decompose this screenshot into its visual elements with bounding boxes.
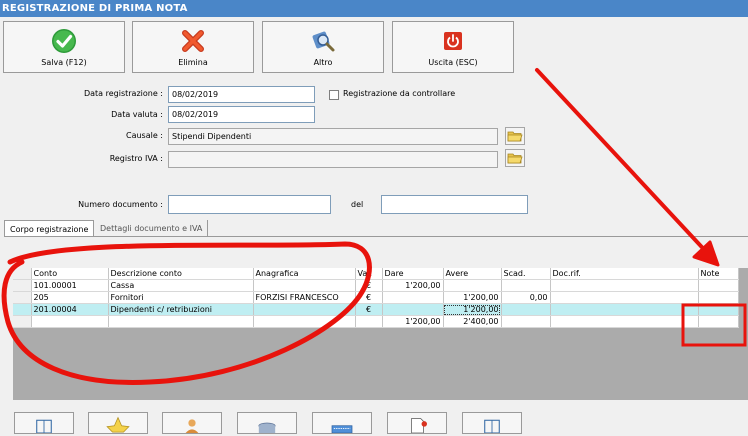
power-icon: [444, 32, 462, 50]
registro-iva-label: Registro IVA :: [109, 154, 163, 163]
row-indicator[interactable]: [13, 303, 32, 316]
tab-dettagli-documento[interactable]: Dettagli documento e IVA: [95, 220, 209, 237]
exit-button[interactable]: Uscita (ESC): [392, 21, 514, 73]
annotation-arrow-head: [692, 240, 720, 267]
row-indicator[interactable]: [13, 291, 32, 304]
exit-button-label: Uscita (ESC): [428, 58, 478, 67]
cell-avere-active[interactable]: 1'200,00: [443, 303, 502, 316]
cell-note[interactable]: [698, 291, 739, 304]
column-header-conto[interactable]: Conto: [31, 268, 109, 280]
causale-label: Causale :: [125, 131, 163, 140]
del-date-field[interactable]: [381, 195, 528, 214]
cell-doc-rif[interactable]: [550, 279, 699, 292]
cell-conto[interactable]: 201.00004: [31, 303, 109, 316]
window-title: REGISTRAZIONE DI PRIMA NOTA: [0, 0, 748, 17]
tab-corpo-registrazione[interactable]: Corpo registrazione: [4, 220, 95, 237]
registro-iva-lookup-button[interactable]: [505, 149, 525, 167]
cell-descrizione[interactable]: Dipendenti c/ retribuzioni: [108, 303, 254, 316]
save-button-label: Salva (F12): [41, 58, 87, 67]
cell-conto[interactable]: 205: [31, 291, 109, 304]
cell-doc-rif[interactable]: [550, 303, 699, 316]
delete-x-icon: [182, 30, 204, 52]
column-header-dare[interactable]: Dare: [382, 268, 444, 280]
gear-search-icon: [312, 31, 335, 52]
totals-row: 1'200,00 2'400,00: [13, 315, 739, 328]
database-icon: [258, 422, 276, 433]
column-header-anagrafica[interactable]: Anagrafica: [253, 268, 356, 280]
total-dare: 1'200,00: [382, 315, 444, 328]
data-registrazione-label: Data registrazione :: [83, 89, 163, 98]
cell-val[interactable]: €: [355, 291, 383, 304]
cell-avere[interactable]: 1'200,00: [443, 291, 502, 304]
table-row[interactable]: 101.00001 Cassa € 1'200,00: [13, 279, 739, 292]
cell-avere[interactable]: [443, 279, 502, 292]
calendar-icon: [331, 425, 353, 434]
table-row-selected[interactable]: 201.00004 Dipendenti c/ retribuzioni € 1…: [13, 303, 739, 316]
cell-doc-rif[interactable]: [550, 291, 699, 304]
column-header-note[interactable]: Note: [698, 268, 739, 280]
total-avere: 2'400,00: [443, 315, 502, 328]
cell-descrizione[interactable]: Fornitori: [108, 291, 254, 304]
column-header-scad[interactable]: Scad.: [501, 268, 551, 280]
cell-conto[interactable]: 101.00001: [31, 279, 109, 292]
cell-scad[interactable]: [501, 303, 551, 316]
da-controllare-checkbox[interactable]: [329, 90, 339, 100]
columns-icon: [484, 419, 500, 434]
cell-dare[interactable]: [382, 303, 444, 316]
row-indicator-header: [13, 268, 32, 280]
causale-lookup-button[interactable]: [505, 127, 525, 145]
checkmark-icon: [52, 29, 76, 53]
cell-dare[interactable]: [382, 291, 444, 304]
cell-note[interactable]: [698, 279, 739, 292]
cell-note[interactable]: [698, 303, 739, 316]
cell-scad[interactable]: 0,00: [501, 291, 551, 304]
data-valuta-field[interactable]: 08/02/2019: [168, 106, 315, 123]
cell-anagrafica[interactable]: FORZISI FRANCESCO: [253, 291, 356, 304]
column-header-val[interactable]: Val.: [355, 268, 383, 280]
annotation-arrow-line: [535, 68, 714, 260]
delete-button-label: Elimina: [178, 58, 208, 67]
grid-header-row: Conto Descrizione conto Anagrafica Val. …: [13, 268, 739, 280]
columns-icon: [36, 419, 52, 434]
cell-descrizione[interactable]: Cassa: [108, 279, 254, 292]
folder-icon: [507, 153, 523, 164]
cell-scad[interactable]: [501, 279, 551, 292]
save-button[interactable]: Salva (F12): [3, 21, 125, 73]
cell-val[interactable]: €: [355, 279, 383, 292]
data-valuta-label: Data valuta :: [111, 110, 163, 119]
star-icon: [106, 416, 130, 433]
registration-grid[interactable]: Conto Descrizione conto Anagrafica Val. …: [13, 268, 739, 328]
person-icon: [185, 419, 199, 433]
registro-iva-field[interactable]: [168, 151, 498, 168]
da-controllare-label: Registrazione da controllare: [343, 89, 456, 98]
delete-button[interactable]: Elimina: [132, 21, 254, 73]
tab-divider: [4, 236, 748, 237]
column-header-doc-rif[interactable]: Doc.rif.: [550, 268, 699, 280]
more-button-label: Altro: [313, 58, 333, 67]
cell-anagrafica[interactable]: [253, 279, 356, 292]
causale-field[interactable]: Stipendi Dipendenti: [168, 128, 498, 145]
row-indicator[interactable]: [13, 279, 32, 292]
cell-anagrafica[interactable]: [253, 303, 356, 316]
column-header-descrizione[interactable]: Descrizione conto: [108, 268, 254, 280]
cell-val[interactable]: €: [355, 303, 383, 316]
document-icon: [411, 418, 427, 434]
table-row[interactable]: 205 Fornitori FORZISI FRANCESCO € 1'200,…: [13, 291, 739, 304]
folder-icon: [507, 131, 523, 142]
numero-documento-field[interactable]: [168, 195, 331, 214]
data-registrazione-field[interactable]: 08/02/2019: [168, 86, 315, 103]
more-button[interactable]: Altro: [262, 21, 384, 73]
cell-dare[interactable]: 1'200,00: [382, 279, 444, 292]
column-header-avere[interactable]: Avere: [443, 268, 502, 280]
del-label: del: [351, 200, 364, 209]
numero-documento-label: Numero documento :: [78, 200, 163, 209]
